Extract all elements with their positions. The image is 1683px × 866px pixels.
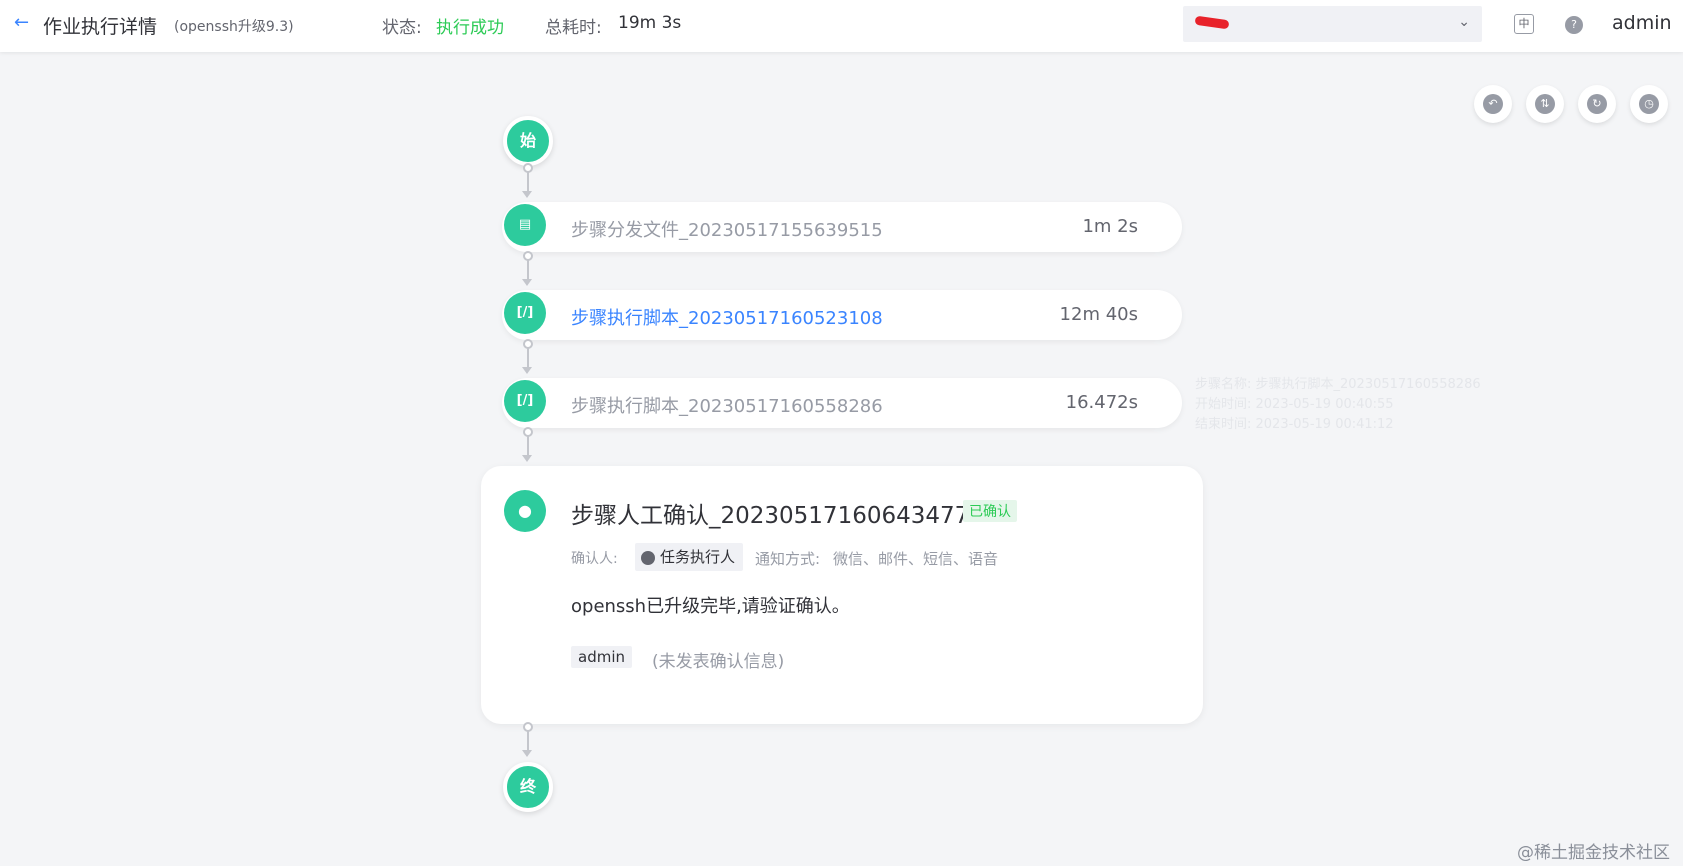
step-name: 步骤执行脚本_20230517160523108 xyxy=(571,308,883,329)
tooltip-end-time: 结束时间: 2023-05-19 00:41:12 xyxy=(1195,417,1394,432)
clock-icon: ◷ xyxy=(1639,94,1659,114)
end-node: 终 xyxy=(503,762,553,812)
notify-value: 微信、邮件、短信、语音 xyxy=(833,550,999,568)
tooltip-step-name: 步骤名称: 步骤执行脚本_20230517160558286 xyxy=(1195,377,1481,392)
connector-arrow xyxy=(522,191,532,198)
status-value: 执行成功 xyxy=(436,18,504,38)
connector-arrow xyxy=(522,279,532,286)
confirm-message: (未发表确认信息) xyxy=(652,652,785,672)
status-label: 状态: xyxy=(382,18,422,38)
step-duration: 16.472s xyxy=(1065,392,1138,413)
status-badge: 已确认 xyxy=(963,500,1017,522)
connector-line xyxy=(527,730,529,750)
confirm-step-card: ● 步骤人工确认_20230517160643477 已确认 确认人: 任务执行… xyxy=(481,466,1203,724)
confirmer-label: 确认人: xyxy=(571,551,618,567)
step-name: 步骤执行脚本_20230517160558286 xyxy=(571,396,883,417)
confirmer-tag: 任务执行人 xyxy=(635,543,744,571)
operation-record-button[interactable]: ↻ xyxy=(1578,85,1616,123)
confirmer-name: 任务执行人 xyxy=(660,548,736,566)
script-icon: [/] xyxy=(504,380,546,422)
connector-line xyxy=(527,435,529,455)
file-icon: ▤ xyxy=(504,204,546,246)
back-to-list-button[interactable]: ↶ xyxy=(1474,85,1512,123)
connector-line xyxy=(527,259,529,279)
user-menu[interactable]: admin xyxy=(1612,12,1672,34)
connector-arrow xyxy=(522,455,532,462)
script-icon: [/] xyxy=(504,292,546,334)
watermark: @稀土掘金技术社区 xyxy=(1517,843,1670,863)
connector-line xyxy=(527,347,529,367)
top-bar: ← 作业执行详情 (openssh升级9.3) 状态: 执行成功 总耗时: 19… xyxy=(0,0,1683,52)
step-item[interactable]: [/] 步骤执行脚本_20230517160558286 16.472s xyxy=(502,378,1182,428)
duration-label: 总耗时: xyxy=(545,18,602,38)
page-title: 作业执行详情 xyxy=(43,16,158,38)
language-icon[interactable]: 中 xyxy=(1514,14,1534,34)
history-button[interactable]: ◷ xyxy=(1630,85,1668,123)
confirm-description: openssh已升级完毕,请验证确认。 xyxy=(571,596,850,617)
flow-icon: ↻ xyxy=(1587,94,1607,114)
redacted-mark xyxy=(1194,15,1230,30)
user-icon xyxy=(641,550,655,565)
step-duration: 12m 40s xyxy=(1059,304,1138,325)
step-item[interactable]: [/] 步骤执行脚本_20230517160523108 12m 40s xyxy=(502,290,1182,340)
chevron-down-icon: ⌄ xyxy=(1458,14,1470,30)
page-subtitle: (openssh升级9.3) xyxy=(174,19,294,35)
confirm-step-title: 步骤人工确认_20230517160643477 xyxy=(571,503,970,529)
confirm-user-tag: admin xyxy=(571,646,632,668)
step-duration: 1m 2s xyxy=(1082,216,1138,237)
business-select[interactable]: ⌄ xyxy=(1183,6,1482,42)
step-item[interactable]: ▤ 步骤分发文件_20230517155639515 1m 2s xyxy=(502,202,1182,252)
variable-icon: ⇅ xyxy=(1535,94,1555,114)
variable-button[interactable]: ⇅ xyxy=(1526,85,1564,123)
connector-arrow xyxy=(522,750,532,757)
step-tooltip: 步骤名称: 步骤执行脚本_20230517160558286 开始时间: 202… xyxy=(1195,375,1481,435)
step-name: 步骤分发文件_20230517155639515 xyxy=(571,220,883,241)
return-icon: ↶ xyxy=(1483,94,1503,114)
back-arrow-icon[interactable]: ← xyxy=(14,12,34,34)
duration-value: 19m 3s xyxy=(618,13,682,33)
tooltip-start-time: 开始时间: 2023-05-19 00:40:55 xyxy=(1195,397,1394,412)
connector-line xyxy=(527,171,529,191)
user-icon: ● xyxy=(504,490,546,532)
start-node: 始 xyxy=(503,116,553,166)
connector-arrow xyxy=(522,367,532,374)
notify-label: 通知方式: xyxy=(755,550,821,568)
help-icon[interactable]: ? xyxy=(1565,16,1583,34)
